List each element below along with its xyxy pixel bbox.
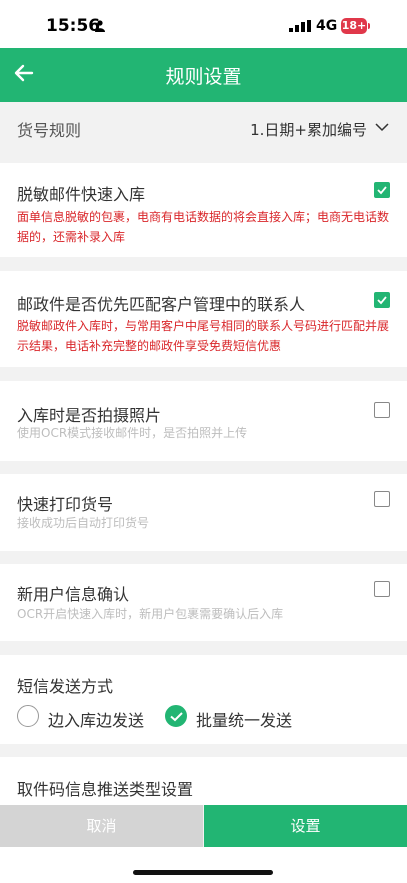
setting-title: 快速打印货号 [17,495,114,514]
radio-unselected-icon[interactable] [17,705,39,727]
setting-desc: OCR开启快速入库时，新用户包裹需要确认后入库 [17,607,284,621]
push-type-label: 取件码信息推送类型设置 [17,780,194,799]
sms-option-realtime-label: 边入库边发送 [48,711,145,730]
home-indicator [133,870,273,875]
setting-row-take-photo: 入库时是否拍摄照片 使用OCR模式接收邮件时，是否拍照并上传 [0,381,407,461]
new-user-confirm-checkbox[interactable] [374,581,390,597]
sms-method-row: 短信发送方式 边入库边发送 批量统一发送 [0,655,407,744]
setting-title: 邮政件是否优先匹配客户管理中的联系人 [17,295,306,314]
setting-row-new-user-confirm: 新用户信息确认 OCR开启快速入库时，新用户包裹需要确认后入库 [0,564,407,641]
radio-selected-icon[interactable] [165,705,187,727]
cargo-rule-value[interactable]: 1.日期+累加编号 [250,119,367,140]
take-photo-checkbox[interactable] [374,402,390,418]
sms-option-batch[interactable]: 批量统一发送 [165,705,325,730]
setting-row-desensitized-mail: 脱敏邮件快速入库 面单信息脱敏的包裹，电商有电话数据的将会直接入库；电商无电话数… [0,163,407,257]
postal-match-checkbox[interactable] [374,292,390,308]
chevron-down-icon[interactable] [375,122,389,132]
network-type: 4G [316,18,338,34]
battery-icon: 18+ [341,18,367,34]
cargo-rule-row[interactable]: 货号规则 1.日期+累加编号 [0,102,407,150]
setting-title: 脱敏邮件快速入库 [17,185,146,204]
confirm-button[interactable]: 设置 [204,805,407,847]
setting-row-postal-match: 邮政件是否优先匹配客户管理中的联系人 脱敏邮政件入库时，与常用客户中尾号相同的联… [0,271,407,367]
battery-cap [368,23,370,29]
setting-row-quick-print: 快速打印货号 接收成功后自动打印货号 [0,474,407,551]
person-icon [95,20,105,32]
setting-desc: 面单信息脱敏的包裹，电商有电话数据的将会直接入库；电商无电话数据的，还需补录入库 [17,210,390,244]
cancel-button[interactable]: 取消 [0,805,203,847]
cargo-rule-label: 货号规则 [17,121,82,140]
sms-option-realtime[interactable]: 边入库边发送 [17,705,167,730]
setting-title: 新用户信息确认 [17,585,130,604]
sms-method-label: 短信发送方式 [17,677,114,696]
push-type-row[interactable]: 取件码信息推送类型设置 [0,757,407,805]
sms-option-batch-label: 批量统一发送 [196,711,293,730]
setting-desc: 使用OCR模式接收邮件时，是否拍照并上传 [17,426,248,440]
partial-row-below [0,847,407,883]
signal-icon [289,20,311,32]
desensitized-mail-checkbox[interactable] [374,182,390,198]
setting-desc: 脱敏邮政件入库时，与常用客户中尾号相同的联系人号码进行匹配并展示结果，电话补充完… [17,319,390,353]
setting-desc: 接收成功后自动打印货号 [17,516,150,530]
quick-print-checkbox[interactable] [374,491,390,507]
nav-bar: 规则设置 [0,48,407,102]
status-time: 15:56 [46,16,101,36]
page-title: 规则设置 [165,66,242,88]
status-bar: 15:56 4G 18+ [0,0,407,48]
